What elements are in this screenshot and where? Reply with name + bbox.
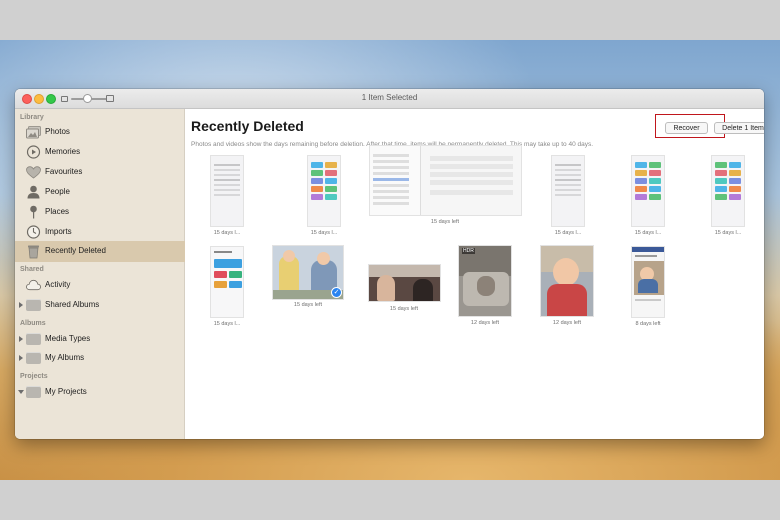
thumbnail-screenshot-2[interactable] <box>307 155 341 227</box>
thumbnail-screenshot-1[interactable] <box>210 155 244 227</box>
sidebar-item-memories[interactable]: Memories <box>15 142 185 162</box>
sidebar-item-media-types[interactable]: Media Types <box>15 329 185 349</box>
sidebar-item-imports[interactable]: Imports <box>15 222 185 242</box>
selected-check-icon: ✓ <box>331 287 342 298</box>
sidebar-section-library: Library <box>20 114 44 121</box>
heart-icon <box>26 165 41 179</box>
thumbnail-screenshot-7[interactable] <box>210 246 244 318</box>
thumbnail-photo-baby[interactable] <box>540 245 594 317</box>
main-content: Recently Deleted Photos and videos show … <box>186 109 764 439</box>
sidebar-item-label: People <box>45 187 70 196</box>
sidebar-item-label: Places <box>45 207 70 216</box>
cloud-icon <box>26 278 41 292</box>
sidebar-item-label: Imports <box>45 227 72 236</box>
person-icon <box>26 185 41 199</box>
thumbnail-caption: 15 days l... <box>213 321 241 327</box>
sidebar-section-projects: Projects <box>20 373 48 380</box>
sidebar-item-label: Media Types <box>45 334 91 343</box>
sidebar-item-label: Activity <box>45 280 71 289</box>
disclosure-triangle-icon[interactable] <box>19 302 23 308</box>
hdr-badge: HDR <box>462 248 475 254</box>
photos-window: 1 Item Selected Library Photos Memories … <box>15 89 764 439</box>
thumbnail-caption: 12 days left <box>470 320 500 326</box>
sidebar-item-my-albums[interactable]: My Albums <box>15 348 185 368</box>
clock-icon <box>26 225 41 239</box>
sidebar-section-shared: Shared <box>20 266 44 273</box>
window-title: 1 Item Selected <box>361 93 418 102</box>
sidebar-item-people[interactable]: People <box>15 182 185 202</box>
sidebar-item-label: Memories <box>45 147 81 156</box>
disclosure-triangle-icon[interactable] <box>19 355 23 361</box>
page-title: Recently Deleted <box>191 118 304 134</box>
thumbnail-caption: 15 days l... <box>634 230 662 236</box>
sidebar-item-label: Favourites <box>45 167 83 176</box>
thumbnail-screenshot-post[interactable] <box>631 246 665 318</box>
delete-button[interactable]: Delete 1 Item <box>714 122 764 134</box>
thumbnail-screenshot-4[interactable] <box>551 155 585 227</box>
thumbnail-screenshot-5[interactable] <box>631 155 665 227</box>
folder-icon <box>26 351 41 365</box>
folder-icon <box>26 298 41 312</box>
disclosure-triangle-icon[interactable] <box>18 390 24 394</box>
sidebar-item-label: My Albums <box>45 353 85 362</box>
thumbnail-screenshot-6[interactable] <box>711 155 745 227</box>
thumbnail-caption: 15 days left <box>430 219 460 225</box>
thumbnail-caption: 15 days left <box>389 306 419 312</box>
sidebar-item-recently-deleted[interactable]: Recently Deleted <box>15 241 185 262</box>
photos-icon <box>26 125 41 139</box>
sidebar-item-label: Recently Deleted <box>45 246 106 255</box>
pin-icon <box>26 205 41 219</box>
title-bar: 1 Item Selected <box>15 89 764 109</box>
sidebar-section-albums: Albums <box>20 320 46 327</box>
thumbnail-photo-family[interactable] <box>368 264 441 302</box>
bottom-letterbox <box>0 480 780 520</box>
thumbnail-caption: 15 days left <box>293 302 323 308</box>
thumbnail-caption: 15 days l... <box>310 230 338 236</box>
thumbnail-caption: 15 days l... <box>554 230 582 236</box>
sidebar-item-shared-albums[interactable]: Shared Albums <box>15 295 185 315</box>
recover-button[interactable]: Recover <box>665 122 708 134</box>
folder-icon <box>26 332 41 346</box>
sidebar-item-activity[interactable]: Activity <box>15 275 185 295</box>
folder-icon <box>26 385 41 399</box>
thumbnail-photo-kids-selected[interactable]: ✓ <box>272 245 344 300</box>
thumbnail-photo-bed[interactable]: HDR <box>458 245 512 317</box>
thumbnail-caption: 12 days left <box>552 320 582 326</box>
sidebar-item-places[interactable]: Places <box>15 202 185 222</box>
sidebar-item-favourites[interactable]: Favourites <box>15 162 185 182</box>
sidebar: Library Photos Memories Favourites Peopl… <box>15 109 185 439</box>
disclosure-triangle-icon[interactable] <box>19 336 23 342</box>
trash-icon <box>26 244 41 258</box>
thumbnail-caption: 8 days left <box>635 321 661 327</box>
sidebar-item-label: Shared Albums <box>45 300 100 309</box>
sidebar-item-photos[interactable]: Photos <box>15 122 185 142</box>
sidebar-item-my-projects[interactable]: My Projects <box>15 382 185 402</box>
thumbnail-caption: 15 days l... <box>213 230 241 236</box>
thumbnail-screenshot-3[interactable] <box>369 145 522 216</box>
thumbnail-caption: 15 days l... <box>714 230 742 236</box>
memories-icon <box>26 145 41 159</box>
sidebar-item-label: My Projects <box>45 387 87 396</box>
top-letterbox <box>0 0 780 40</box>
sidebar-item-label: Photos <box>45 127 70 136</box>
